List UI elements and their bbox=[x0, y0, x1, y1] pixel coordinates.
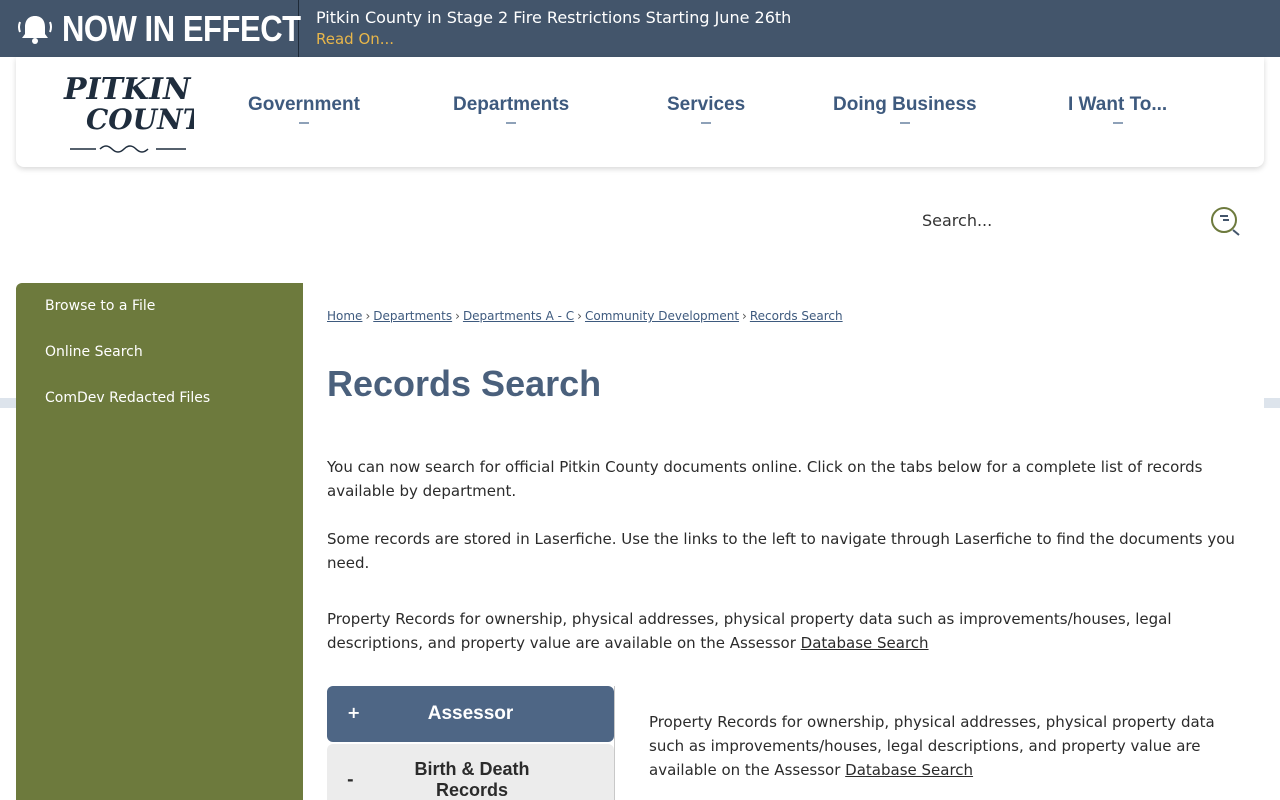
sidebar-item-comdev-redacted-files[interactable]: ComDev Redacted Files bbox=[45, 390, 210, 406]
nav-dash bbox=[899, 122, 910, 124]
sidebar-item-online-search[interactable]: Online Search bbox=[45, 344, 143, 360]
nav-dash bbox=[298, 122, 309, 124]
breadcrumb: Home › Departments › Departments A - C › Commu… bbox=[327, 309, 843, 323]
tab-birth-death-records[interactable]: - Birth & Death Records bbox=[327, 744, 614, 800]
nav-dash bbox=[701, 122, 712, 124]
breadcrumb-separator: › bbox=[455, 309, 460, 323]
alert-label-area: NOW IN EFFECT bbox=[0, 0, 301, 57]
sidebar-item-browse-to-a-file[interactable]: Browse to a File bbox=[45, 298, 155, 314]
nav-government[interactable]: Government bbox=[248, 94, 360, 124]
tab-divider bbox=[614, 686, 615, 800]
nav-doing-business[interactable]: Doing Business bbox=[833, 94, 977, 124]
tab-panel-content: Property Records for ownership, physical… bbox=[649, 710, 1224, 782]
nav-departments[interactable]: Departments bbox=[453, 94, 569, 124]
tab-panel-database-search-link[interactable]: Database Search bbox=[845, 761, 973, 779]
nav-label: I Want To... bbox=[1068, 94, 1168, 115]
tab-assessor[interactable]: + Assessor bbox=[327, 686, 614, 742]
alert-message: Pitkin County in Stage 2 Fire Restrictio… bbox=[299, 0, 791, 57]
page-title: Records Search bbox=[327, 363, 602, 404]
pitkin-county-logo[interactable]: PITKIN COUNTY bbox=[60, 65, 227, 159]
breadcrumb-departments[interactable]: Departments bbox=[373, 309, 452, 323]
breadcrumb-home[interactable]: Home bbox=[327, 309, 362, 323]
alert-label: NOW IN EFFECT bbox=[62, 7, 301, 49]
breadcrumb-separator: › bbox=[577, 309, 582, 323]
breadcrumb-separator: › bbox=[365, 309, 371, 323]
tab-label: Assessor bbox=[427, 703, 514, 724]
nav-label: Government bbox=[248, 94, 360, 115]
bell-icon bbox=[16, 12, 54, 46]
nav-label: Departments bbox=[453, 94, 570, 115]
alert-title: Pitkin County in Stage 2 Fire Restrictio… bbox=[316, 8, 792, 27]
nav-dash bbox=[1112, 122, 1123, 124]
intro-paragraph: You can now search for official Pitkin C… bbox=[327, 458, 1203, 500]
laserfiche-paragraph: Some records are stored in Laserfiche. U… bbox=[327, 530, 1235, 572]
property-records-paragraph: Property Records for ownership, physical… bbox=[327, 607, 1237, 655]
alert-read-on-link[interactable]: Read On... bbox=[316, 28, 394, 50]
breadcrumb-separator: › bbox=[742, 309, 747, 323]
nav-services[interactable]: Services bbox=[667, 94, 745, 124]
nav-dash bbox=[506, 122, 517, 124]
main-content: Home › Departments › Departments A - C › Commu… bbox=[303, 283, 1264, 800]
logo-text-county: COUNTY bbox=[86, 103, 194, 136]
nav-i-want-to[interactable]: I Want To... bbox=[1068, 94, 1167, 124]
logo-text-pitkin: PITKIN bbox=[63, 72, 192, 107]
tab-label: Birth & Death Records bbox=[414, 759, 530, 800]
nav-label: Doing Business bbox=[833, 94, 977, 115]
search-icon[interactable] bbox=[1209, 204, 1243, 238]
breadcrumb-community-development[interactable]: Community Development bbox=[585, 309, 739, 323]
site-header: PITKIN COUNTY Government Departments Ser… bbox=[16, 57, 1264, 167]
search-input[interactable]: Search... bbox=[922, 211, 992, 230]
collapse-icon: - bbox=[347, 770, 354, 789]
property-records-text: Property Records for ownership, physical… bbox=[327, 610, 1172, 652]
database-search-link[interactable]: Database Search bbox=[801, 634, 929, 652]
alert-bar: NOW IN EFFECT Pitkin County in Stage 2 F… bbox=[0, 0, 1280, 57]
sidebar: Browse to a File Online Search ComDev Re… bbox=[16, 283, 303, 800]
breadcrumb-departments-a-c[interactable]: Departments A - C bbox=[463, 309, 574, 323]
nav-label: Services bbox=[667, 94, 746, 115]
breadcrumb-records-search[interactable]: Records Search bbox=[750, 309, 843, 323]
